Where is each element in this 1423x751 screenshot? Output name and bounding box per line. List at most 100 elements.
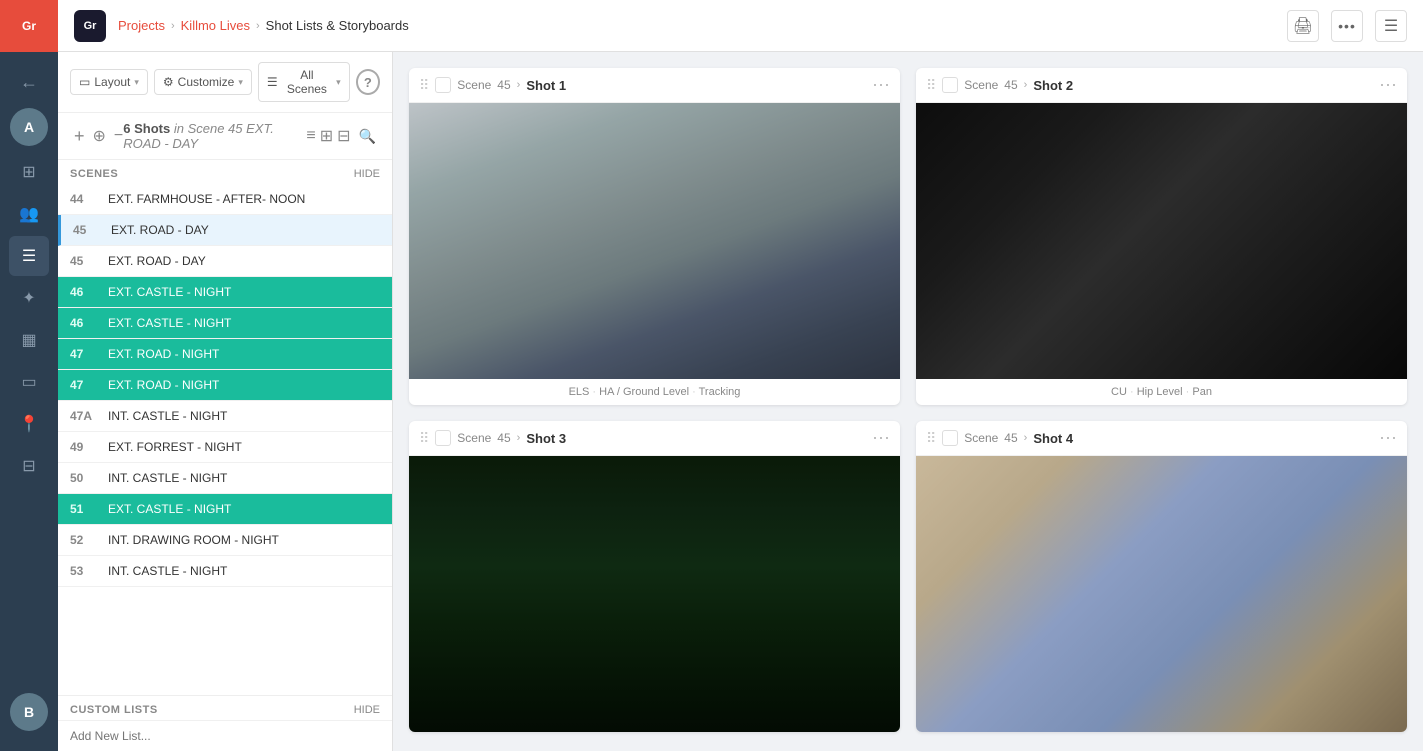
customize-button[interactable]: ⚙ Customize ▾ xyxy=(154,69,252,95)
shot-checkbox[interactable] xyxy=(435,77,451,93)
shot-scene-label: Scene xyxy=(964,431,998,445)
zoom-in-btn[interactable]: ⊕ xyxy=(93,126,106,146)
scenes-list: 44 EXT. FARMHOUSE - AFTER- NOON 45 EXT. … xyxy=(58,184,392,695)
breadcrumb-sep-2: › xyxy=(256,20,260,32)
shot-more-icon[interactable]: ⋯ xyxy=(872,429,890,447)
back-nav-icon[interactable]: ← xyxy=(9,62,49,102)
calendar-icon[interactable]: ▦ xyxy=(9,320,49,360)
scene-name: INT. CASTLE - NIGHT xyxy=(108,564,380,578)
scene-item[interactable]: 46 EXT. CASTLE - NIGHT xyxy=(58,277,392,308)
scene-item[interactable]: 45 EXT. ROAD - DAY xyxy=(58,246,392,277)
scene-item[interactable]: 46 EXT. CASTLE - NIGHT xyxy=(58,308,392,339)
shot-name-label: Shot 2 xyxy=(1033,78,1073,93)
custom-lists-title: CUSTOM LISTS xyxy=(70,704,158,716)
all-scenes-button[interactable]: ☰ All Scenes ▾ xyxy=(258,62,350,102)
scenes-header: SCENES HIDE xyxy=(58,160,392,184)
shot-tags: ELS · HA / Ground Level · Tracking xyxy=(409,379,900,405)
shot-scene-num: 45 xyxy=(1004,431,1017,445)
shot-scene-label: Scene xyxy=(457,78,491,92)
team-icon[interactable]: 👥 xyxy=(9,194,49,234)
location-icon[interactable]: 📍 xyxy=(9,404,49,444)
shot-more-icon[interactable]: ⋯ xyxy=(1379,76,1397,94)
shot-card: ⠿ Scene 45 › Shot 2 ⋯ CU · Hip Level · P… xyxy=(916,68,1407,405)
view-grid3-btn[interactable]: ⊟ xyxy=(337,126,350,146)
menu-icon[interactable]: ☰ xyxy=(1375,10,1407,42)
settings-icon[interactable]: ⊟ xyxy=(9,446,49,486)
scene-item[interactable]: 52 INT. DRAWING ROOM - NIGHT xyxy=(58,525,392,556)
breadcrumb-projects[interactable]: Projects xyxy=(118,18,165,33)
shot-checkbox[interactable] xyxy=(435,430,451,446)
icon-bar: Gr ← A ⊞ 👥 ☰ ✦ ▦ ▭ 📍 ⊟ B xyxy=(0,0,58,751)
scenes-hide-btn[interactable]: HIDE xyxy=(354,168,380,180)
scene-num: 45 xyxy=(73,223,101,237)
shot-card-header: ⠿ Scene 45 › Shot 2 ⋯ xyxy=(916,68,1407,103)
shot-count-bar: + ⊕ − 6 Shots in Scene 45 EXT. ROAD - DA… xyxy=(58,113,392,160)
view-list-btn[interactable]: ≡ xyxy=(306,127,315,145)
help-button[interactable]: ? xyxy=(356,69,380,95)
sidebar-toolbar: ▭ Layout ▾ ⚙ Customize ▾ ☰ All Scenes ▾ … xyxy=(58,52,392,113)
shots-list-icon[interactable]: ☰ xyxy=(9,236,49,276)
shot-more-icon[interactable]: ⋯ xyxy=(1379,429,1397,447)
user-avatar[interactable]: A xyxy=(10,108,48,146)
add-list-input[interactable] xyxy=(58,720,392,751)
zoom-out-btn[interactable]: − xyxy=(114,127,123,145)
scene-item[interactable]: 47 EXT. ROAD - NIGHT xyxy=(58,339,392,370)
print-icon[interactable]: 🖨 xyxy=(1287,10,1319,42)
bottom-user-avatar[interactable]: B xyxy=(10,693,48,731)
content: ▭ Layout ▾ ⚙ Customize ▾ ☰ All Scenes ▾ … xyxy=(58,52,1423,751)
logo-box[interactable]: Gr xyxy=(74,10,106,42)
sidebar: ▭ Layout ▾ ⚙ Customize ▾ ☰ All Scenes ▾ … xyxy=(58,52,393,751)
breadcrumb-sep-1: › xyxy=(171,20,175,32)
more-options-icon[interactable]: ••• xyxy=(1331,10,1363,42)
breadcrumb: Projects › Killmo Lives › Shot Lists & S… xyxy=(118,18,409,33)
scene-name: EXT. ROAD - DAY xyxy=(108,254,380,268)
shot-scene-num: 45 xyxy=(1004,78,1017,92)
scene-item[interactable]: 44 EXT. FARMHOUSE - AFTER- NOON xyxy=(58,184,392,215)
shot-card: ⠿ Scene 45 › Shot 4 ⋯ xyxy=(916,421,1407,732)
scene-item[interactable]: 45 EXT. ROAD - DAY xyxy=(58,215,392,246)
shot-card-header: ⠿ Scene 45 › Shot 3 ⋯ xyxy=(409,421,900,456)
shot-tag: Hip Level xyxy=(1137,386,1183,398)
shot-name-label: Shot 1 xyxy=(526,78,566,93)
drag-handle-icon[interactable]: ⠿ xyxy=(419,430,429,447)
shot-tag: ELS xyxy=(569,386,590,398)
scene-item[interactable]: 49 EXT. FORREST - NIGHT xyxy=(58,432,392,463)
drag-handle-icon[interactable]: ⠿ xyxy=(419,77,429,94)
shot-checkbox[interactable] xyxy=(942,77,958,93)
add-shot-btn[interactable]: + xyxy=(74,126,85,147)
breadcrumb-killmo[interactable]: Killmo Lives xyxy=(181,18,250,33)
shot-name-label: Shot 3 xyxy=(526,431,566,446)
shot-image xyxy=(916,103,1407,379)
shot-card: ⠿ Scene 45 › Shot 1 ⋯ ELS · HA / Ground … xyxy=(409,68,900,405)
shot-more-icon[interactable]: ⋯ xyxy=(872,76,890,94)
view-grid2-btn[interactable]: ⊞ xyxy=(320,126,333,146)
app-logo[interactable]: Gr xyxy=(0,0,58,52)
drag-handle-icon[interactable]: ⠿ xyxy=(926,430,936,447)
main-area: Gr Projects › Killmo Lives › Shot Lists … xyxy=(58,0,1423,751)
scene-num: 46 xyxy=(70,316,98,330)
scene-item[interactable]: 53 INT. CASTLE - NIGHT xyxy=(58,556,392,587)
scene-name: EXT. CASTLE - NIGHT xyxy=(108,285,380,299)
shot-card: ⠿ Scene 45 › Shot 3 ⋯ xyxy=(409,421,900,732)
scene-num: 51 xyxy=(70,502,98,516)
document-icon[interactable]: ▭ xyxy=(9,362,49,402)
layout-button[interactable]: ▭ Layout ▾ xyxy=(70,69,148,95)
custom-lists-hide-btn[interactable]: HIDE xyxy=(354,704,380,716)
scene-num: 47A xyxy=(70,409,98,423)
shot-arrow-icon: › xyxy=(1024,432,1028,444)
drag-handle-icon[interactable]: ⠿ xyxy=(926,77,936,94)
top-bar: Gr Projects › Killmo Lives › Shot Lists … xyxy=(58,0,1423,52)
scene-item[interactable]: 47A INT. CASTLE - NIGHT xyxy=(58,401,392,432)
globe-icon[interactable]: ✦ xyxy=(9,278,49,318)
scene-item[interactable]: 50 INT. CASTLE - NIGHT xyxy=(58,463,392,494)
scene-num: 49 xyxy=(70,440,98,454)
scene-item[interactable]: 51 EXT. CASTLE - NIGHT xyxy=(58,494,392,525)
shot-scene-label: Scene xyxy=(964,78,998,92)
shot-scene-num: 45 xyxy=(497,78,510,92)
shot-count: 6 Shots in Scene 45 EXT. ROAD - DAY xyxy=(123,121,306,151)
scene-item[interactable]: 47 EXT. ROAD - NIGHT xyxy=(58,370,392,401)
shot-arrow-icon: › xyxy=(1024,79,1028,91)
shot-checkbox[interactable] xyxy=(942,430,958,446)
layers-icon[interactable]: ⊞ xyxy=(9,152,49,192)
search-btn[interactable]: 🔍 xyxy=(359,128,376,145)
